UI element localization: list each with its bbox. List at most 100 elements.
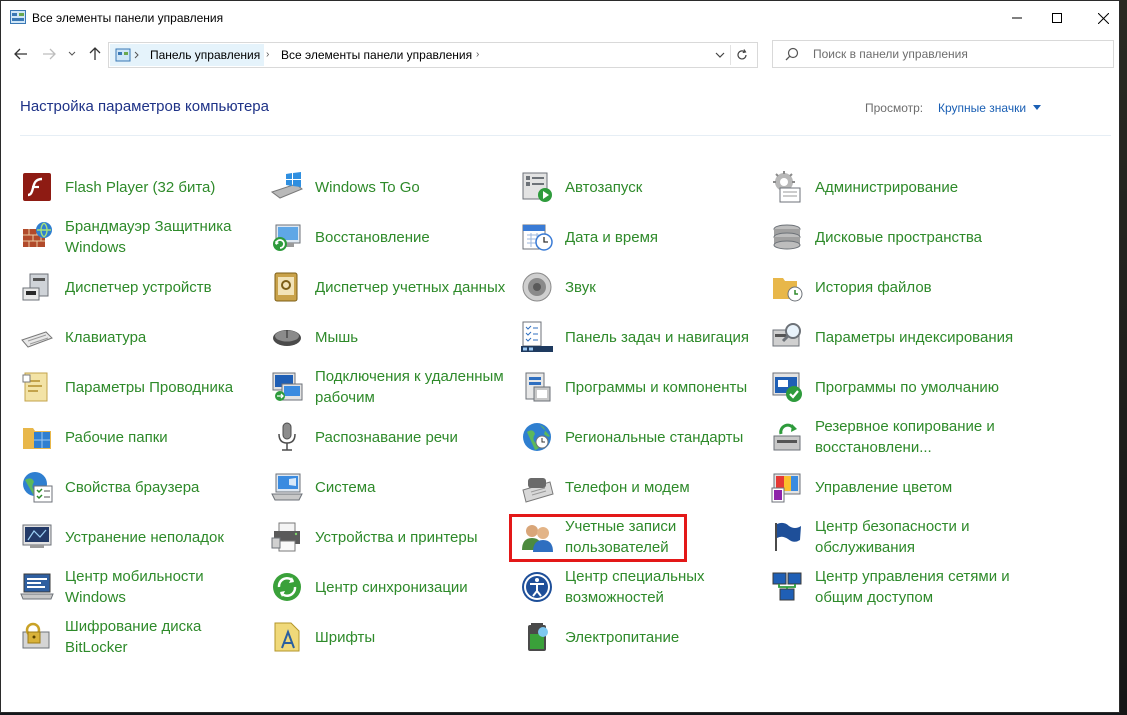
refresh-icon [737,49,747,60]
control-panel-item[interactable]: Программы и компоненты [520,364,760,410]
control-panel-item[interactable]: Дата и время [520,214,760,260]
control-panel-item[interactable]: Диспетчер учетных данных [270,264,510,310]
control-panel-item-label: Дата и время [565,228,659,246]
control-panel-item[interactable]: Дисковые пространства [770,214,1010,260]
control-panel-item[interactable]: Центр синхронизации [270,564,510,610]
page-title: Настройка параметров компьютера [20,98,269,115]
maximize-icon [1052,13,1062,23]
control-panel-item-label: Распознавание речи [315,428,458,446]
phone-icon [522,478,554,503]
search-input[interactable]: Поиск в панели управления [772,40,1114,68]
control-panel-item-label: Flash Player (32 бита) [65,178,216,196]
file-history-icon [773,278,803,302]
chevron-down-icon [68,51,76,56]
close-icon [1097,12,1109,24]
control-panel-item-label: Свойства браузера [65,478,200,496]
control-panel-item[interactable]: Диспетчер устройств [20,264,260,310]
control-panel-item[interactable]: Система [270,464,510,510]
control-panel-item[interactable]: Клавиатура [20,314,260,360]
control-panel-item[interactable]: Резервное копирование и восстановлени... [770,414,1010,460]
breadcrumb-separator[interactable]: › [266,44,269,66]
address-history-chevron-icon[interactable] [713,48,727,62]
network-icon [772,572,802,601]
control-panel-item[interactable]: Автозапуск [520,164,760,210]
back-button[interactable] [11,43,31,65]
remote-desktop-icon [272,372,303,401]
address-bar[interactable]: Панель управления › Все элементы панели … [108,42,758,68]
recent-locations-button[interactable] [65,43,79,65]
control-panel-item[interactable]: Электропитание [520,614,760,660]
windows-to-go-icon [270,172,303,199]
control-panel-item-label: Шрифты [315,628,376,646]
up-button[interactable] [85,43,105,65]
control-panel-item[interactable]: Программы по умолчанию [770,364,1010,410]
control-panel-item-label: История файлов [815,278,932,296]
control-panel-item[interactable]: Windows To Go [270,164,510,210]
control-panel-item-label: Автозапуск [565,178,643,196]
control-panel-item-label: Мышь [315,328,359,346]
control-panel-item[interactable]: Распознавание речи [270,414,510,460]
color-management-icon [771,473,801,503]
autoplay-icon [522,172,552,202]
control-panel-item[interactable]: Шрифты [270,614,510,660]
control-panel-item-label: Региональные стандарты [565,428,744,446]
control-panel-item[interactable]: Центр безопасности и обслуживания [770,514,1010,560]
mouse-icon [273,330,301,346]
control-panel-item[interactable]: Центр управления сетями и общим доступом [770,564,1010,610]
control-panel-item[interactable]: Региональные стандарты [520,414,760,460]
control-panel-item-label: Параметры индексирования [815,328,1014,346]
view-by-dropdown[interactable]: Крупные значки [938,101,1026,115]
control-panel-item[interactable]: Рабочие папки [20,414,260,460]
control-panel-item[interactable]: Центр мобильности Windows [20,564,260,610]
work-folders-icon [23,428,51,449]
control-panel-item-label: Брандмауэр Защитника Windows [65,218,232,256]
microphone-icon [278,422,296,451]
header-divider [20,135,1111,136]
control-panel-item[interactable]: Брандмауэр Защитника Windows [20,214,260,260]
control-panel-item[interactable]: Мышь [270,314,510,360]
control-panel-item[interactable]: Восстановление [270,214,510,260]
control-panel-item[interactable]: Flash Player (32 бита) [20,164,260,210]
control-panel-item[interactable]: Параметры индексирования [770,314,1013,360]
control-panel-item[interactable]: История файлов [770,264,1010,310]
control-panel-item-label: Резервное копирование и восстановлени... [815,418,995,456]
storage-spaces-icon [773,224,801,250]
title-bar[interactable]: Все элементы панели управления [1,1,1119,35]
view-dropdown-caret-icon[interactable] [1033,105,1041,110]
control-panel-item[interactable]: Устройства и принтеры [270,514,510,560]
forward-button[interactable] [39,43,59,65]
control-panel-item-label: Дисковые пространства [815,228,983,246]
refresh-button[interactable] [730,45,753,65]
address-root[interactable] [110,44,146,66]
backup-icon [773,423,801,451]
control-panel-item[interactable]: Подключения к удаленным рабочим [270,364,510,410]
control-panel-item[interactable]: Управление цветом [770,464,1010,510]
control-panel-item[interactable]: Свойства браузера [20,464,260,510]
control-panel-item[interactable]: Звук [520,264,760,310]
speaker-icon [522,272,552,302]
system-icon [271,473,303,501]
control-panel-item[interactable]: Панель задач и навигация [520,314,760,360]
power-icon [528,623,548,651]
control-panel-item[interactable]: Центр специальных возможностей [520,564,760,610]
control-panel-item-label: Система [315,478,376,496]
breadcrumb-all-items[interactable]: Все элементы панели управления [277,44,476,66]
control-panel-item[interactable]: Параметры Проводника [20,364,260,410]
control-panel-item[interactable]: Администрирование [770,164,1010,210]
fonts-icon [274,622,300,652]
troubleshoot-icon [22,524,52,548]
breadcrumb-control-panel[interactable]: Панель управления [146,44,265,66]
control-panel-item[interactable]: Устранение неполадок [20,514,260,560]
window-title: Все элементы панели управления [32,11,224,25]
breadcrumb-separator[interactable]: › [476,44,479,66]
control-panel-item[interactable]: Телефон и модем [520,464,760,510]
highlight-frame [509,514,687,562]
control-panel-item[interactable]: Шифрование диска BitLocker [20,614,260,660]
control-panel-item-label: Программы по умолчанию [815,378,999,396]
control-panel-item-label: Телефон и модем [565,478,690,496]
view-by-label: Просмотр: [865,101,924,115]
control-panel-item-label: Центр синхронизации [315,578,468,596]
control-panel-item-label: Клавиатура [65,328,147,346]
control-panel-item-label: Восстановление [315,228,430,246]
maximize-button[interactable] [1034,1,1080,35]
